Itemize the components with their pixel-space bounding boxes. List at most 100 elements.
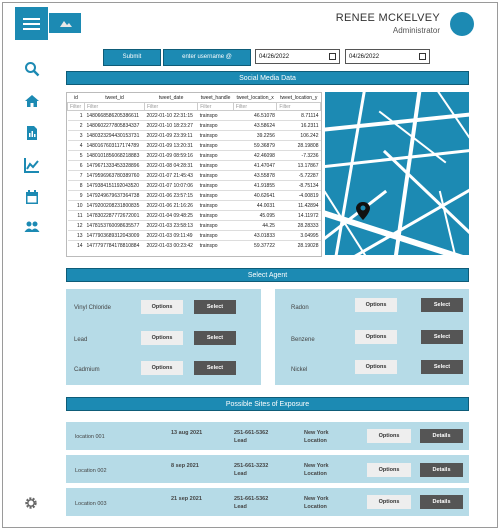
details-button[interactable]: Details: [420, 463, 463, 477]
chart-icon[interactable]: [24, 157, 40, 173]
options-button[interactable]: Options: [367, 495, 411, 509]
table-cell: 46.51078: [233, 110, 277, 121]
table-cell: -5.72287: [276, 170, 321, 181]
avatar[interactable]: [450, 12, 474, 36]
table-cell: 13: [67, 230, 85, 241]
document-icon[interactable]: [24, 125, 40, 141]
table-cell: 59.36879: [233, 140, 277, 151]
search-icon[interactable]: [24, 61, 40, 77]
options-button[interactable]: Options: [355, 330, 397, 344]
table-row[interactable]: 7 1479596963780389760 2022-01-07 21:45:43 t…: [67, 170, 321, 181]
table-row[interactable]: 1 1480668586205386611 2022-01-10 22:31:15 t…: [67, 110, 321, 121]
table-row[interactable]: 5 1480101856068218883 2022-01-09 08:59:16 t…: [67, 150, 321, 161]
table-cell: trainspo: [197, 160, 234, 171]
table-cell: 1478302287772672001: [84, 210, 145, 221]
select-button[interactable]: Select: [194, 361, 236, 375]
table-cell: 11: [67, 210, 85, 221]
table-cell: 1480602277805834337: [84, 120, 145, 131]
location-map[interactable]: [325, 92, 469, 255]
site-date: 21 sep 2021: [171, 496, 202, 502]
filter-input[interactable]: Filter: [232, 102, 278, 111]
select-button[interactable]: Select: [421, 330, 463, 344]
hamburger-menu-button[interactable]: [15, 7, 48, 40]
column-header[interactable]: tweet_handle: [198, 93, 234, 103]
calendar-icon[interactable]: [24, 189, 40, 205]
table-cell: 3: [67, 130, 85, 141]
table-cell: 1479384151192043520: [84, 180, 145, 191]
table-cell: 5: [67, 150, 85, 161]
table-cell: -4.00819: [276, 190, 321, 201]
table-cell: trainspo: [197, 190, 234, 201]
table-cell: 2022-01-09 13:20:31: [144, 140, 198, 151]
site-type: Location: [304, 504, 327, 510]
site-type: Location: [304, 471, 327, 477]
column-header[interactable]: tweet_location_y: [277, 93, 321, 103]
calendar-icon[interactable]: [419, 53, 426, 60]
table-cell: 39.2256: [233, 130, 277, 141]
table-cell: 1477797784178810884: [84, 240, 145, 250]
options-button[interactable]: Options: [141, 361, 183, 375]
site-date: 8 sep 2021: [171, 463, 199, 469]
date-to-value: 04/26/2022: [349, 54, 380, 60]
submit-button[interactable]: Submit: [103, 49, 161, 66]
details-button[interactable]: Details: [420, 429, 463, 443]
date-to-field[interactable]: 04/26/2022: [345, 49, 430, 64]
table-cell: 2022-01-08 04:28:31: [144, 160, 198, 171]
table-cell: 2022-01-03 09:11:49: [144, 230, 198, 241]
options-button[interactable]: Options: [367, 429, 411, 443]
home-icon[interactable]: [24, 93, 40, 109]
column-header[interactable]: id: [68, 93, 85, 103]
options-button[interactable]: Options: [367, 463, 411, 477]
agent-label: Radon: [291, 305, 309, 311]
table-cell: 43.58624: [233, 120, 277, 131]
select-button[interactable]: Select: [194, 300, 236, 314]
column-header[interactable]: tweet_id: [85, 93, 145, 103]
filter-input[interactable]: Filter: [276, 102, 321, 111]
table-row[interactable]: 10 1479200208231800835 2022-01-06 21:16:26…: [67, 200, 321, 211]
filter-input[interactable]: Filter: [144, 102, 199, 111]
gear-icon[interactable]: [24, 496, 38, 510]
people-icon[interactable]: [24, 219, 40, 235]
select-button[interactable]: Select: [421, 360, 463, 374]
table-row[interactable]: 8 1479384151192043520 2022-01-07 10:07:06 t…: [67, 180, 321, 191]
column-header[interactable]: tweet_location_x: [233, 93, 277, 103]
site-name: Location 003: [75, 501, 107, 507]
table-row[interactable]: 9 1479249679637364738 2022-01-06 23:57:15 t…: [67, 190, 321, 201]
table-cell: 12: [67, 220, 85, 231]
table-cell: 1479249679637364738: [84, 190, 145, 201]
date-from-field[interactable]: 04/26/2022: [255, 49, 340, 64]
username-input[interactable]: enter username @: [163, 49, 251, 66]
options-button[interactable]: Options: [141, 300, 183, 314]
table-cell: trainspo: [197, 180, 234, 191]
column-header[interactable]: tweet_date: [145, 93, 198, 103]
select-button[interactable]: Select: [421, 298, 463, 312]
table-row[interactable]: 11 1478302287772672001 2022-01-04 09:48:25…: [67, 210, 321, 221]
table-row[interactable]: 6 1479671333453328896 2022-01-08 04:28:31 t…: [67, 160, 321, 171]
user-name: RENEE MCKELVEY: [335, 12, 440, 24]
filter-input[interactable]: Filter: [197, 102, 234, 111]
site-phone: 251-661-3232: [234, 463, 269, 469]
options-button[interactable]: Options: [141, 331, 183, 345]
filter-input[interactable]: Filter: [67, 102, 86, 111]
site-type: Location: [304, 438, 327, 444]
table-cell: 13.17867: [276, 160, 321, 171]
table-cell: 1480101856068218883: [84, 150, 145, 161]
table-row[interactable]: 12 1478153760098635577 2022-01-03 23:58:13…: [67, 220, 321, 231]
table-row[interactable]: 2 1480602277805834337 2022-01-10 18:23:27 t…: [67, 120, 321, 131]
table-cell: 44.25: [233, 220, 277, 231]
table-cell: 1479671333453328896: [84, 160, 145, 171]
table-cell: 6: [67, 160, 85, 171]
table-row[interactable]: 13 1477903689312043009 2022-01-03 09:11:49…: [67, 230, 321, 241]
site-city: New York: [304, 463, 329, 469]
calendar-icon[interactable]: [329, 53, 336, 60]
details-button[interactable]: Details: [420, 495, 463, 509]
table-row[interactable]: 14 1477797784178810884 2022-01-03 00:23:42…: [67, 240, 321, 250]
select-button[interactable]: Select: [194, 331, 236, 345]
table-row[interactable]: 3 1480323294430153731 2022-01-09 23:39:11 t…: [67, 130, 321, 141]
options-button[interactable]: Options: [355, 298, 397, 312]
social-media-title: Social Media Data: [66, 71, 469, 85]
filter-input[interactable]: Filter: [84, 102, 146, 111]
options-button[interactable]: Options: [355, 360, 397, 374]
table-row[interactable]: 4 1480167603117174789 2022-01-09 13:20:31 t…: [67, 140, 321, 151]
site-city: New York: [304, 496, 329, 502]
